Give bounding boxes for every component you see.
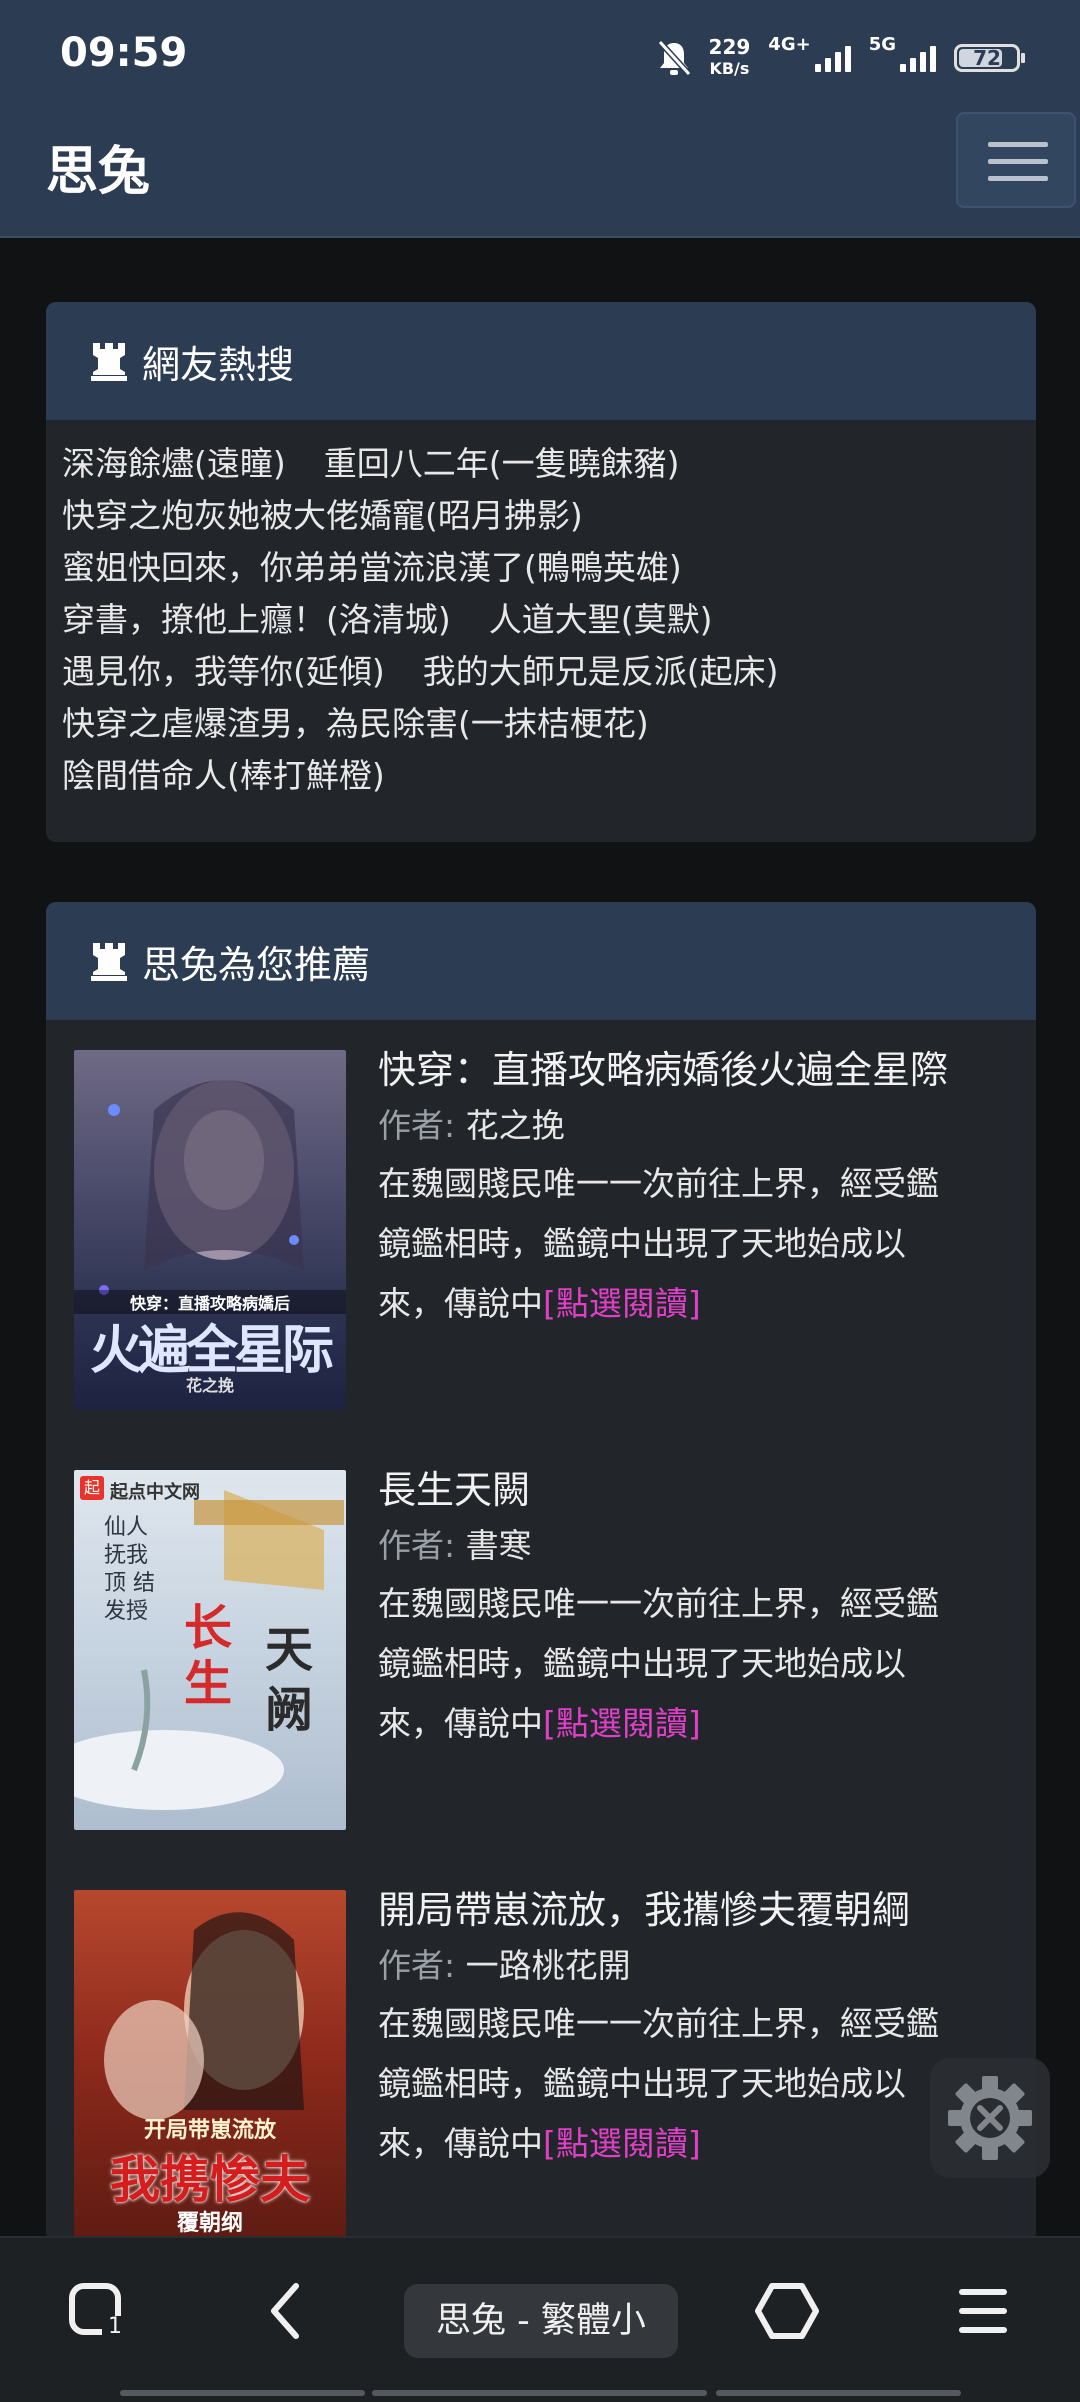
book-title[interactable]: 開局帶崽流放，我攜慘夫覆朝綱	[378, 1882, 1018, 1938]
signal-icon	[900, 44, 936, 72]
book-item[interactable]: 快穿：直播攻略病嬌后 火遍全星际 花之挽 快穿：直播攻略病嬌後火遍全星際 作者:…	[46, 1020, 1036, 1440]
book-description: 在魏國賤民唯一一次前往上界，經受鑑 鏡鑑相時，鑑鏡中出現了天地始成以 來，傳說中…	[378, 1574, 1018, 1754]
site-logo[interactable]: 思兔	[46, 132, 150, 212]
author-name[interactable]: 書寒	[466, 1526, 532, 1565]
home-icon	[755, 2283, 819, 2339]
status-time: 09:59	[60, 30, 188, 76]
desc-line: 來，傳說中	[378, 1704, 543, 1743]
hot-search-link[interactable]: 陰間借命人(棒打鮮橙)	[62, 756, 385, 795]
book-info: 長生天闕 作者: 書寒 在魏國賤民唯一一次前往上界，經受鑑 鏡鑑相時，鑑鏡中出現…	[378, 1462, 1018, 1754]
read-link[interactable]: [點選閱讀]	[543, 1704, 701, 1743]
menu-icon	[988, 142, 1048, 147]
read-link[interactable]: [點選閱讀]	[543, 1284, 701, 1323]
gesture-bar	[716, 2390, 961, 2396]
back-button[interactable]	[252, 2276, 322, 2346]
desc-line: 在魏國賤民唯一一次前往上界，經受鑑	[378, 1584, 939, 1623]
hot-search-panel: 網友熱搜 深海餘燼(遠瞳) 重回八二年(一隻曉䬴豬) 快穿之炮灰她被大佬嬌寵(昭月…	[46, 302, 1036, 842]
desc-line: 鏡鑑相時，鑑鏡中出現了天地始成以	[378, 1644, 906, 1683]
bell-muted-icon	[657, 39, 691, 77]
desc-line: 鏡鑑相時，鑑鏡中出現了天地始成以	[378, 2064, 906, 2103]
status-bar: 09:59 229 KB/s 4G+ 5G 72	[0, 0, 1080, 110]
hot-search-link[interactable]: 深海餘燼(遠瞳)	[62, 444, 286, 483]
cover-title: 我携惨夫	[110, 2150, 310, 2209]
address-bar[interactable]: 思兔 - 繁體小	[404, 2284, 678, 2358]
gesture-bar	[372, 2390, 707, 2396]
book-cover[interactable]: 快穿：直播攻略病嬌后 火遍全星际 花之挽	[74, 1050, 346, 1410]
author-label: 作者:	[378, 1106, 456, 1145]
hot-search-link[interactable]: 快穿之虐爆渣男，為民除害(一抹桔梗花)	[62, 704, 649, 743]
battery-level: 72	[973, 46, 1001, 70]
menu-icon-bar	[988, 159, 1048, 164]
gear-tools-icon	[948, 2076, 1032, 2160]
book-description: 在魏國賤民唯一一次前往上界，經受鑑 鏡鑑相時，鑑鏡中出現了天地始成以 來，傳說中…	[378, 1154, 1018, 1334]
desc-line: 鏡鑑相時，鑑鏡中出現了天地始成以	[378, 1224, 906, 1263]
battery-icon: 72	[954, 44, 1025, 72]
hot-search-link[interactable]: 重回八二年(一隻曉䬴豬)	[324, 444, 680, 483]
desc-line: 來，傳說中	[378, 1284, 543, 1323]
author-name[interactable]: 花之挽	[466, 1106, 565, 1145]
recommend-title: 思兔為您推薦	[142, 942, 371, 987]
read-link[interactable]: [點選閱讀]	[543, 2124, 701, 2163]
hot-search-link[interactable]: 蜜姐快回來，你弟弟當流浪漢了(鴨鴨英雄)	[62, 548, 682, 587]
net-type-1: 4G+	[768, 33, 811, 55]
book-cover[interactable]: 起 起点中文网 仙人抚我顶 结发授 长生 天阙	[74, 1470, 346, 1830]
cover-subtitle: 仙人抚我顶 结发授	[104, 1515, 155, 1624]
hot-search-link[interactable]: 人道大聖(莫默)	[489, 600, 713, 639]
hot-search-title: 網友熱搜	[142, 342, 295, 387]
book-author: 作者: 書寒	[378, 1518, 1018, 1574]
book-author: 作者: 花之挽	[378, 1098, 1018, 1154]
hot-search-link[interactable]: 快穿之炮灰她被大佬嬌寵(昭月拂影)	[62, 496, 583, 535]
browser-bottom-bar: 1 思兔 - 繁體小	[0, 2236, 1080, 2402]
home-button[interactable]	[752, 2276, 822, 2346]
author-label: 作者:	[378, 1526, 456, 1565]
book-description: 在魏國賤民唯一一次前往上界，經受鑑 鏡鑑相時，鑑鏡中出現了天地始成以 來，傳說中…	[378, 1994, 1018, 2174]
hot-search-header: 網友熱搜	[46, 302, 1036, 420]
hot-search-list: 深海餘燼(遠瞳) 重回八二年(一隻曉䬴豬) 快穿之炮灰她被大佬嬌寵(昭月拂影) 蜜…	[46, 420, 1036, 832]
net-speed-unit: KB/s	[709, 59, 750, 78]
book-info: 快穿：直播攻略病嬌後火遍全星際 作者: 花之挽 在魏國賤民唯一一次前往上界，經受…	[378, 1042, 1018, 1334]
net-speed-value: 229	[708, 35, 751, 59]
back-icon	[271, 2283, 299, 2339]
cover-title: 长生	[184, 1600, 233, 1712]
desc-line: 在魏國賤民唯一一次前往上界，經受鑑	[378, 2004, 939, 2043]
author-label: 作者:	[378, 1946, 456, 1985]
tabs-button[interactable]: 1	[62, 2276, 132, 2346]
cover-title-2: 天阙	[264, 1622, 313, 1738]
hot-search-link[interactable]: 穿書，撩他上癮！(洛清城)	[62, 600, 451, 639]
cover-badge: 起	[80, 1476, 104, 1500]
hot-search-link[interactable]: 我的大師兄是反派(起床)	[423, 652, 779, 691]
book-title[interactable]: 快穿：直播攻略病嬌後火遍全星際	[378, 1042, 1018, 1098]
menu-lines-icon	[959, 2289, 1007, 2333]
book-author: 作者: 一路桃花開	[378, 1938, 1018, 1994]
book-cover[interactable]: 开局带崽流放 我携惨夫 覆朝纲	[74, 1890, 346, 2242]
desc-line: 來，傳說中	[378, 2124, 543, 2163]
book-item[interactable]: 起 起点中文网 仙人抚我顶 结发授 长生 天阙 長生天闕 作者: 書寒 在魏國賤…	[46, 1440, 1036, 1860]
book-item[interactable]: 开局带崽流放 我携惨夫 覆朝纲 開局帶崽流放，我攜慘夫覆朝綱 作者: 一路桃花開…	[46, 1860, 1036, 2242]
recommend-panel: 思兔為您推薦 快穿：直播攻略病嬌后 火遍全星际 花之挽 快穿：直播攻略病嬌後火遍…	[46, 902, 1036, 2242]
book-info: 開局帶崽流放，我攜慘夫覆朝綱 作者: 一路桃花開 在魏國賤民唯一一次前往上界，經…	[378, 1882, 1018, 2174]
tab-count: 1	[108, 2314, 122, 2339]
rook-icon	[91, 943, 127, 981]
hot-search-link[interactable]: 遇見你，我等你(延傾)	[62, 652, 385, 691]
menu-icon-bar	[988, 176, 1048, 181]
cover-title-2: 覆朝纲	[176, 2210, 243, 2236]
cover-badge-text: 起点中文网	[110, 1482, 200, 1503]
author-name[interactable]: 一路桃花開	[466, 1946, 631, 1985]
net-speed: 229 KB/s	[709, 36, 751, 80]
desc-line: 在魏國賤民唯一一次前往上界，經受鑑	[378, 1164, 939, 1203]
gesture-bar	[120, 2390, 365, 2396]
signal-icon	[814, 44, 851, 72]
rook-icon	[91, 343, 127, 381]
app-header: 思兔	[0, 110, 1080, 238]
menu-button[interactable]	[956, 112, 1076, 208]
status-icons: 229 KB/s 4G+ 5G 72	[657, 33, 1025, 80]
recommend-header: 思兔為您推薦	[46, 902, 1036, 1020]
browser-menu-button[interactable]	[948, 2276, 1018, 2346]
cover-author: 花之挽	[185, 1376, 234, 1395]
book-title[interactable]: 長生天闕	[378, 1462, 1018, 1518]
settings-float-button[interactable]	[930, 2058, 1050, 2178]
net-type-2: 5G	[868, 33, 896, 55]
